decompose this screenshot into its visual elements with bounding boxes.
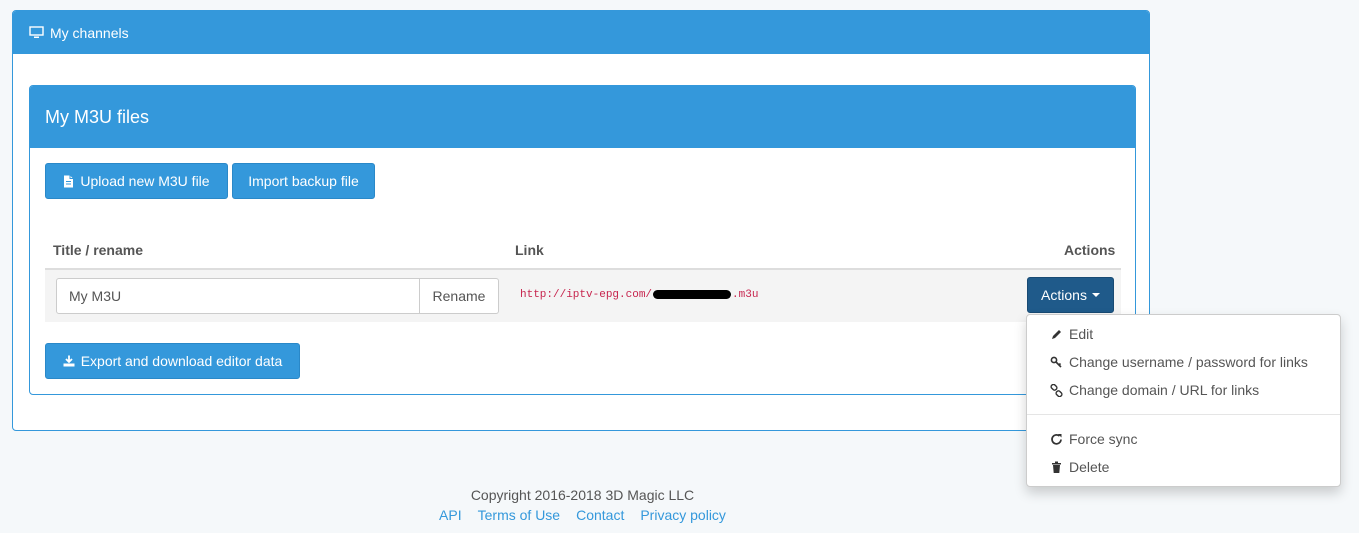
m3u-files-panel: My M3U files Upload new M3U file Import … [29,85,1136,395]
actions-dropdown-menu: Edit Change username / password for link… [1026,314,1341,487]
export-download-label: Export and download editor data [80,353,283,369]
header-actions: Actions [1064,242,1116,258]
my-channels-heading: My channels [13,11,1149,54]
link-icon [1050,383,1063,397]
rename-input-group: Rename [56,278,499,314]
m3u-link-prefix: http://iptv-epg.com/ [520,289,653,301]
refresh-icon [1051,433,1062,445]
pencil-icon [1052,329,1061,339]
export-download-button[interactable]: Export and download editor data [45,343,300,379]
menu-item-change-credentials[interactable]: Change username / password for links [1027,348,1340,376]
footer-links: API Terms of Use Contact Privacy policy [0,507,1165,523]
trash-icon [1052,461,1061,473]
redacted-block [653,289,732,299]
footer-link-terms[interactable]: Terms of Use [478,507,560,523]
menu-item-delete-label: Delete [1069,459,1110,475]
my-channels-title: My channels [50,24,129,41]
import-backup-button[interactable]: Import backup file [232,163,375,199]
monitor-icon [29,26,44,38]
m3u-files-heading: My M3U files [30,86,1135,148]
caret-down-icon [1091,293,1100,297]
header-title-rename: Title / rename [53,242,144,258]
upload-m3u-button[interactable]: Upload new M3U file [45,163,228,199]
menu-item-change-domain-label: Change domain / URL for links [1069,382,1260,398]
file-icon [64,175,74,187]
actions-dropdown-button[interactable]: Actions [1027,277,1114,313]
footer: Copyright 2016-2018 3D Magic LLC API Ter… [0,487,1165,523]
my-channels-panel: My channels My M3U files Upload new M3U … [12,10,1150,431]
menu-item-force-sync-label: Force sync [1069,431,1138,447]
footer-link-contact[interactable]: Contact [576,507,624,523]
menu-item-change-domain[interactable]: Change domain / URL for links [1027,376,1340,404]
rename-button[interactable]: Rename [420,278,499,314]
menu-item-edit-label: Edit [1069,326,1094,342]
actions-button-label: Actions [1041,287,1087,303]
m3u-files-title: My M3U files [45,106,150,127]
footer-link-privacy[interactable]: Privacy policy [640,507,726,523]
key-icon [1050,356,1062,368]
copyright-text: Copyright 2016-2018 3D Magic LLC [470,487,695,503]
menu-divider [1027,414,1340,415]
header-link: Link [515,242,544,258]
title-input[interactable] [56,278,420,314]
menu-item-delete[interactable]: Delete [1027,453,1340,481]
import-backup-label: Import backup file [248,173,359,189]
menu-item-force-sync[interactable]: Force sync [1027,425,1340,453]
menu-item-edit[interactable]: Edit [1027,320,1340,348]
m3u-link-suffix: .m3u [732,289,759,301]
upload-m3u-label: Upload new M3U file [80,173,210,189]
download-icon [63,355,75,367]
menu-item-change-credentials-label: Change username / password for links [1069,354,1308,370]
footer-link-api[interactable]: API [439,507,462,523]
m3u-link[interactable]: http://iptv-epg.com/ .m3u [520,289,758,301]
